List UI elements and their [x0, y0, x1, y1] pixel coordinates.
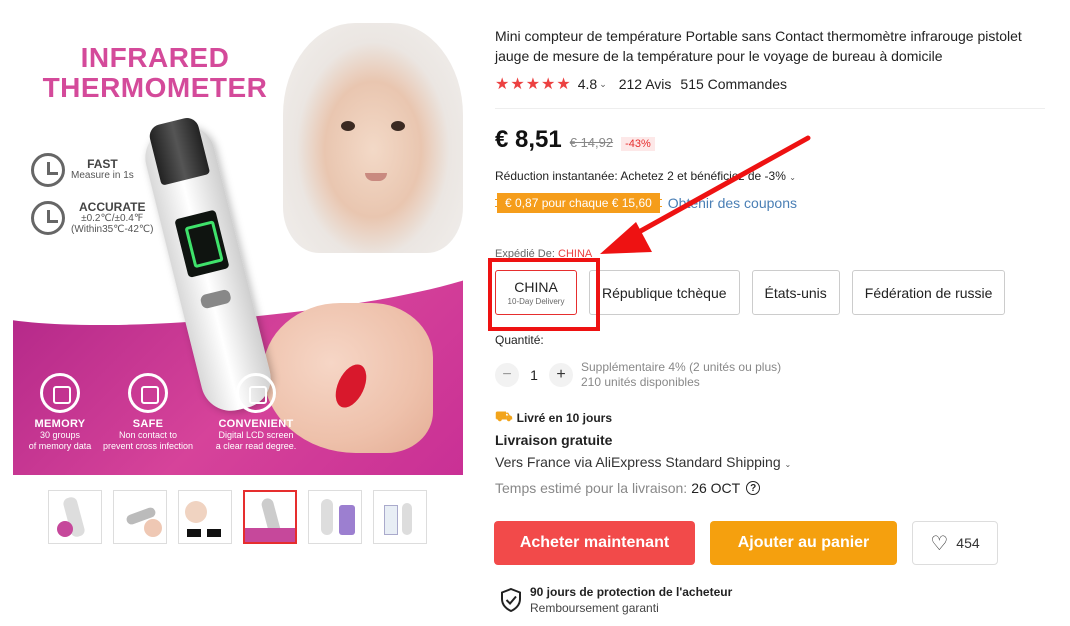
- estimated-delivery: Temps estimé pour la livraison: 26 OCT ?: [495, 480, 761, 496]
- reviews-count[interactable]: 212 Avis: [619, 76, 672, 92]
- shipping-method[interactable]: Vers France via AliExpress Standard Ship…: [495, 454, 791, 470]
- feature-fast-title: FAST: [87, 157, 118, 171]
- main-product-image[interactable]: INFRARED THERMOMETER FAST Measure in 1s …: [13, 13, 463, 475]
- help-icon[interactable]: ?: [746, 481, 761, 495]
- estimated-delivery-date: 26 OCT: [691, 480, 741, 496]
- quantity-value[interactable]: 1: [519, 367, 549, 383]
- option-russia[interactable]: Fédération de russie: [851, 270, 1006, 315]
- thumbnail-6[interactable]: [373, 490, 427, 544]
- current-price: € 8,51: [495, 126, 562, 153]
- lcd-screen: [174, 209, 230, 278]
- delivery-badge: ⛟ Livré en 10 jours: [495, 408, 612, 427]
- feature-fast: FAST Measure in 1s: [31, 153, 134, 187]
- get-coupons-link[interactable]: Obtenir des coupons: [668, 195, 797, 211]
- quantity-decrement-button[interactable]: −: [495, 363, 519, 387]
- add-to-cart-button[interactable]: Ajouter au panier: [710, 521, 897, 565]
- feature-accurate-range: (Within35℃-42℃): [71, 223, 154, 235]
- feature-convenient: CONVENIENT Digital LCD screen a clear re…: [201, 373, 311, 452]
- action-buttons: Acheter maintenant Ajouter au panier ♡ 4…: [494, 521, 998, 565]
- screen-icon: [236, 373, 276, 413]
- price-row: € 8,51 € 14,92 -43%: [495, 126, 655, 154]
- bottom-features: MEMORY 30 groups of memory data SAFE Non…: [13, 373, 463, 473]
- annotation-highlight-box: [488, 258, 600, 331]
- thumbnail-strip: [48, 490, 427, 544]
- feature-fast-desc: Measure in 1s: [71, 170, 134, 181]
- buyer-protection-subtitle: Remboursement garanti: [530, 601, 659, 615]
- quantity-info: Supplémentaire 4% (2 unités ou plus) 210…: [581, 360, 781, 390]
- product-title: Mini compteur de température Portable sa…: [495, 28, 1022, 64]
- image-headline: INFRARED THERMOMETER: [35, 43, 275, 103]
- original-price: € 14,92: [569, 135, 614, 150]
- buy-now-button[interactable]: Acheter maintenant: [494, 521, 695, 565]
- divider: [495, 108, 1045, 109]
- bulk-discount-note: Supplémentaire 4% (2 unités ou plus): [581, 360, 782, 374]
- quantity-label: Quantité:: [495, 333, 544, 347]
- free-shipping-label: Livraison gratuite: [495, 432, 613, 448]
- quantity-stepper: − 1 + Supplémentaire 4% (2 unités ou plu…: [495, 360, 781, 390]
- delivery-truck-icon: ⛟: [495, 408, 513, 424]
- star-rating-icon: ★★★★★: [495, 76, 572, 93]
- thumbnail-3[interactable]: [178, 490, 232, 544]
- option-czech-republic[interactable]: République tchèque: [589, 270, 740, 315]
- thumbnail-1[interactable]: [48, 490, 102, 544]
- edit-icon: [40, 373, 80, 413]
- coupon-badge: € 0,87 pour chaque € 15,60: [495, 193, 662, 213]
- thumbnail-5[interactable]: [308, 490, 362, 544]
- headline-line-1: INFRARED: [80, 42, 230, 73]
- feature-safe: SAFE Non contact to prevent cross infect…: [93, 373, 203, 452]
- chevron-down-icon[interactable]: ⌄: [789, 173, 796, 182]
- feature-accurate: ACCURATE ±0.2℃/±0.4℉ (Within35℃-42℃): [31, 201, 153, 235]
- rating-score[interactable]: 4.8: [578, 76, 597, 92]
- feature-accurate-title: ACCURATE: [79, 199, 146, 214]
- thumbnail-2[interactable]: [113, 490, 167, 544]
- shield-check-icon: [128, 373, 168, 413]
- chevron-down-icon[interactable]: ⌄: [599, 79, 607, 90]
- baby-photo: [283, 23, 463, 253]
- target-icon: [31, 201, 65, 235]
- instant-reduction[interactable]: Réduction instantanée: Achetez 2 et béné…: [495, 169, 796, 183]
- thumbnail-4[interactable]: [243, 490, 297, 544]
- clock-icon: [31, 153, 65, 187]
- headline-line-2: THERMOMETER: [42, 72, 268, 103]
- heart-icon: ♡: [930, 532, 949, 555]
- buyer-protection-title: 90 jours de protection de l'acheteur: [530, 585, 733, 599]
- shield-check-icon: [501, 588, 521, 612]
- chevron-down-icon[interactable]: ⌄: [785, 460, 792, 469]
- wishlist-button[interactable]: ♡ 454: [912, 521, 998, 565]
- wishlist-count: 454: [956, 535, 980, 551]
- discount-badge: -43%: [621, 137, 655, 151]
- buyer-protection: 90 jours de protection de l'acheteur Rem…: [500, 585, 732, 615]
- orders-count: 515 Commandes: [680, 76, 788, 92]
- option-united-states[interactable]: États-unis: [751, 270, 840, 315]
- feature-accurate-desc: ±0.2℃/±0.4℉: [81, 212, 144, 224]
- units-available: 210 unités disponibles: [581, 375, 700, 389]
- instant-reduction-text: Réduction instantanée: Achetez 2 et béné…: [495, 169, 786, 183]
- quantity-increment-button[interactable]: +: [549, 363, 573, 387]
- coupon-row: € 0,87 pour chaque € 15,60 Obtenir des c…: [495, 193, 797, 213]
- rating-row: ★★★★★ 4.8 ⌄ 212 Avis 515 Commandes: [495, 74, 787, 94]
